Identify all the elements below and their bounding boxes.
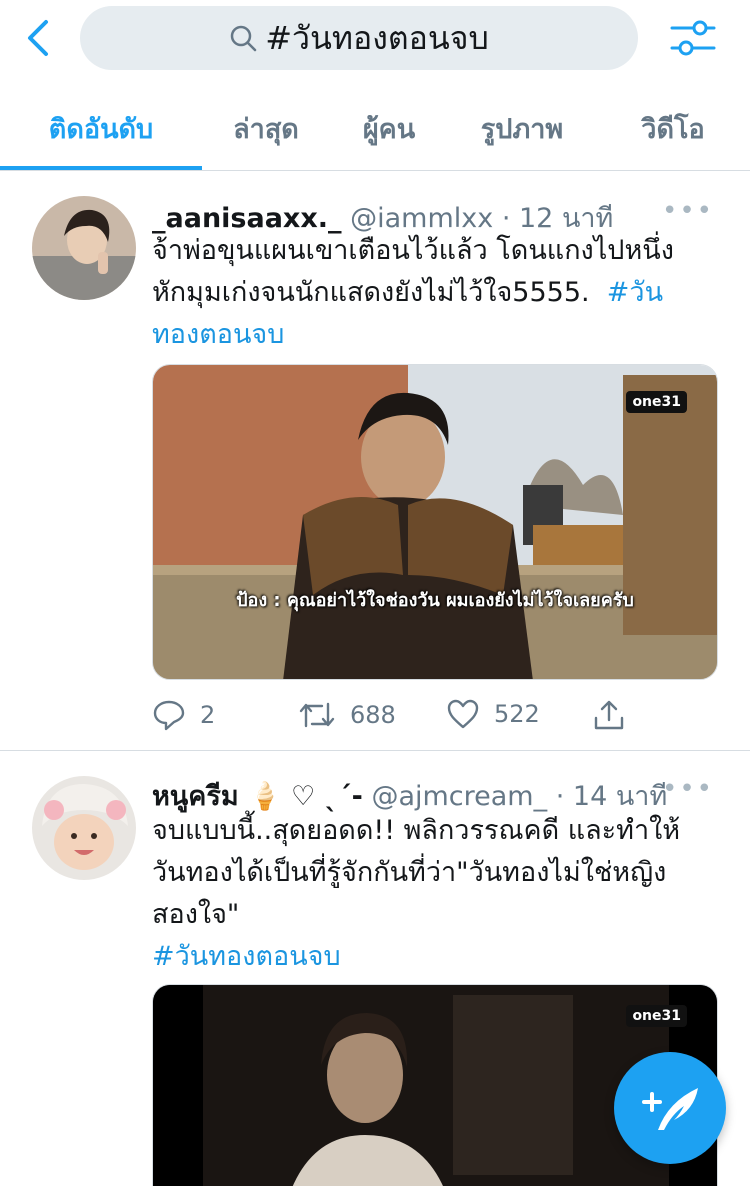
avatar-image xyxy=(32,196,136,300)
tweet-text-line: หักมุมเก่งจนนักแสดงยังไม่ไว้ใจ5555. #วัน xyxy=(152,272,718,314)
tweet-text: จบแบบนี้..สุดยอดด!! พลิกวรรณคดี และทำให้… xyxy=(152,810,718,978)
tweet-text-line: จบแบบนี้..สุดยอดด!! พลิกวรรณคดี และทำให้ xyxy=(152,815,681,846)
display-name[interactable]: หนูครีม 🍦 ♡ ˎˊ- xyxy=(152,781,363,812)
more-options-icon[interactable]: ••• xyxy=(662,196,714,226)
like-count: 522 xyxy=(494,700,540,728)
search-query: #วันทองตอนจบ xyxy=(265,18,489,57)
retweet-count: 688 xyxy=(350,701,396,729)
active-tab-indicator xyxy=(0,166,202,170)
tab-videos[interactable]: วิดีโอ xyxy=(596,86,750,170)
tweet[interactable]: _aanisaaxx._ @iammlxx · 12 นาที ••• จ้าพ… xyxy=(0,172,750,750)
share-button[interactable] xyxy=(592,698,640,732)
reply-count: 2 xyxy=(200,701,216,729)
tweet-actions: 2 688 522 xyxy=(152,698,652,738)
hashtag-link[interactable]: ทองตอนจบ xyxy=(152,314,718,356)
media-subtitle: ป้อง : คุณอย่าไว้ใจช่องวัน ผมเองยังไม่ไว… xyxy=(236,590,634,611)
hashtag-link[interactable]: #วันทองตอนจบ xyxy=(152,936,718,978)
timestamp[interactable]: 14 นาที xyxy=(573,781,667,812)
tweet-text-fragment: หักมุมเก่งจนนักแสดงยังไม่ไว้ใจ5555. xyxy=(152,277,590,308)
channel-logo: one31 xyxy=(626,391,687,413)
user-handle[interactable]: @ajmcream_ xyxy=(371,781,547,812)
back-button[interactable] xyxy=(20,18,60,58)
tweet-media[interactable]: one31 ป้อง : คุณอย่าไว้ใจช่องวัน ผมเองยั… xyxy=(152,364,718,680)
reply-icon xyxy=(153,700,185,731)
tab-photos[interactable]: รูปภาพ xyxy=(448,86,596,170)
search-filter-button[interactable] xyxy=(668,16,718,60)
channel-logo: one31 xyxy=(626,1005,687,1027)
avatar[interactable] xyxy=(32,196,136,300)
tweet-text-line: จ้าพ่อขุนแผนเขาเตือนไว้แล้ว โดนแกงไปหนึ่… xyxy=(152,235,674,266)
share-icon xyxy=(594,700,624,730)
tab-top[interactable]: ติดอันดับ xyxy=(0,86,202,170)
top-bar: #วันทองตอนจบ xyxy=(0,0,750,86)
like-button[interactable]: 522 xyxy=(446,698,540,730)
search-icon xyxy=(230,25,257,52)
more-options-icon[interactable]: ••• xyxy=(662,774,714,804)
separator: · xyxy=(555,781,565,812)
avatar-image xyxy=(32,776,136,880)
tweet-divider xyxy=(0,750,750,751)
tweet-text: จ้าพ่อขุนแผนเขาเตือนไว้แล้ว โดนแกงไปหนึ่… xyxy=(152,230,718,356)
compose-tweet-button[interactable] xyxy=(614,1052,726,1164)
sliders-icon xyxy=(670,20,716,56)
tweet-text-line: วันทองได้เป็นที่รู้จักกันที่ว่า"วันทองไม… xyxy=(152,857,667,888)
tab-people[interactable]: ผู้คน xyxy=(330,86,448,170)
heart-icon xyxy=(447,699,479,729)
avatar[interactable] xyxy=(32,776,136,880)
retweet-button[interactable]: 688 xyxy=(298,698,396,732)
chevron-left-icon xyxy=(28,20,48,56)
search-tabs: ติดอันดับ ล่าสุด ผู้คน รูปภาพ วิดีโอ xyxy=(0,86,750,171)
retweet-icon xyxy=(299,702,335,728)
tab-latest[interactable]: ล่าสุด xyxy=(202,86,330,170)
compose-feather-icon xyxy=(642,1088,698,1130)
tweet-text-line: สองใจ" xyxy=(152,899,240,930)
reply-button[interactable]: 2 xyxy=(152,698,215,732)
hashtag-link[interactable]: #วัน xyxy=(607,277,663,308)
search-input[interactable]: #วันทองตอนจบ xyxy=(80,6,638,70)
